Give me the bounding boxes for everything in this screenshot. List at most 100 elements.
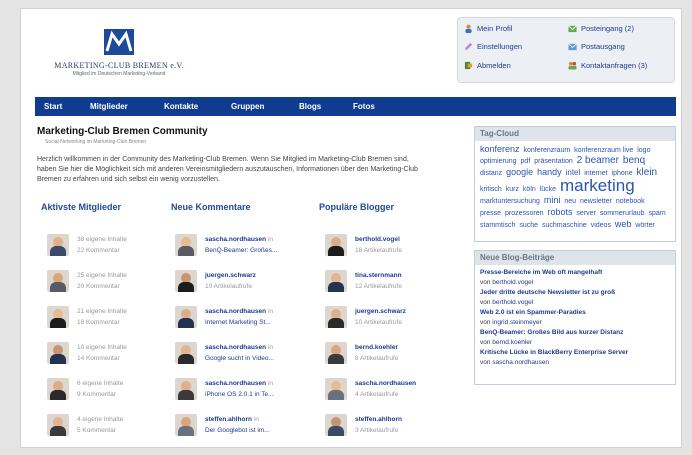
- comment-user-link[interactable]: sascha.nordhausen: [205, 344, 266, 351]
- nav-start[interactable]: Start: [44, 97, 62, 116]
- blog-author-link[interactable]: sascha.nordhausen: [492, 359, 549, 366]
- tag-link[interactable]: pdf: [521, 158, 531, 165]
- tag-link[interactable]: neu: [564, 198, 576, 205]
- member-content-count: 25 eigene Inhalte: [77, 272, 127, 279]
- tag-link[interactable]: präsentation: [534, 158, 573, 165]
- comment-user-link[interactable]: sascha.nordhausen: [205, 380, 266, 387]
- avatar[interactable]: [175, 342, 197, 364]
- nav-kontakte[interactable]: Kontakte: [164, 97, 198, 116]
- avatar[interactable]: [325, 378, 347, 400]
- blogger-user-link[interactable]: sascha.nordhausen: [355, 380, 416, 387]
- blogger-user-link[interactable]: bernd.koehler: [355, 344, 398, 351]
- tag-link[interactable]: videos: [591, 222, 611, 229]
- blogger-user-link[interactable]: steffen.ahlhorn: [355, 416, 402, 423]
- member-stats: 25 eigene Inhalte 20 Kommentar: [77, 270, 127, 292]
- avatar[interactable]: [175, 270, 197, 292]
- blog-post-title[interactable]: Web 2.0 ist ein Spammer-Paradies: [480, 308, 670, 318]
- inbox-link[interactable]: Posteingang (2): [568, 24, 634, 33]
- blog-post-title[interactable]: Jeder dritte deutsche Newsletter ist zu …: [480, 288, 670, 298]
- blog-by-label: von: [480, 339, 491, 346]
- avatar[interactable]: [175, 378, 197, 400]
- comment-user-link[interactable]: juergen.schwarz: [205, 272, 256, 279]
- club-logo[interactable]: MARKETING-CLUB BREMEN e.V. Mitglied im D…: [39, 29, 199, 77]
- blog-author-link[interactable]: ingrid.steinmeyer: [492, 319, 542, 326]
- avatar[interactable]: [175, 414, 197, 436]
- comment-user-link[interactable]: sascha.nordhausen: [205, 308, 266, 315]
- tag-link[interactable]: lücke: [540, 186, 556, 193]
- tag-link[interactable]: logo: [637, 147, 650, 154]
- tag-link[interactable]: kritisch: [480, 186, 502, 193]
- settings-link[interactable]: Einstellungen: [464, 42, 522, 51]
- comment-user-link[interactable]: steffen.ahlhorn: [205, 416, 252, 423]
- comment-text: sascha.nordhausen in BenQ-Beamer: Großes.…: [205, 234, 277, 256]
- avatar[interactable]: [325, 234, 347, 256]
- comment-target-link[interactable]: iPhone OS 2.0.1 in Te...: [205, 391, 274, 398]
- nav-fotos[interactable]: Fotos: [353, 97, 375, 116]
- comment-target-link[interactable]: Internet Marketing St...: [205, 319, 271, 326]
- avatar[interactable]: [175, 306, 197, 328]
- tag-link[interactable]: kurz: [506, 186, 519, 193]
- tag-link[interactable]: presse: [480, 210, 501, 217]
- blogger-user-link[interactable]: tina.sternmann: [355, 272, 402, 279]
- tag-link[interactable]: mini: [544, 195, 561, 205]
- tag-link[interactable]: klein: [637, 167, 658, 178]
- comment-target-link[interactable]: Der Googlebot ist im...: [205, 427, 270, 434]
- tag-link[interactable]: sommerurlaub: [600, 210, 645, 217]
- tag-link[interactable]: benq: [623, 155, 645, 166]
- tag-link[interactable]: marktuntersuchung: [480, 198, 540, 205]
- avatar[interactable]: [47, 414, 69, 436]
- blogger-user-link[interactable]: juergen.schwarz: [355, 308, 406, 315]
- avatar-body: [50, 282, 66, 292]
- comment-target-link[interactable]: BenQ-Beamer: Großes...: [205, 247, 277, 254]
- tag-link[interactable]: newsletter: [580, 198, 612, 205]
- blog-author-link[interactable]: bernd.koehler: [492, 339, 532, 346]
- tag-link[interactable]: distanz: [480, 170, 502, 177]
- blog-author-link[interactable]: berthold.vogel: [492, 299, 533, 306]
- avatar[interactable]: [325, 270, 347, 292]
- blog-post-title[interactable]: Kritische Lücke in BlackBerry Enterprise…: [480, 348, 670, 358]
- nav-mitglieder[interactable]: Mitglieder: [90, 97, 128, 116]
- comment-target-link[interactable]: Google sucht in Video...: [205, 355, 274, 362]
- tag-link[interactable]: köln: [523, 186, 536, 193]
- avatar[interactable]: [175, 234, 197, 256]
- avatar[interactable]: [47, 378, 69, 400]
- avatar[interactable]: [325, 414, 347, 436]
- avatar[interactable]: [47, 306, 69, 328]
- tag-link[interactable]: web: [615, 219, 632, 229]
- tag-link[interactable]: robots: [547, 207, 572, 217]
- avatar[interactable]: [47, 342, 69, 364]
- tag-link[interactable]: 2 beamer: [577, 155, 619, 166]
- tag-link[interactable]: prozessoren: [505, 210, 544, 217]
- tag-link[interactable]: suche: [519, 222, 538, 229]
- contact-requests-link[interactable]: Kontaktanfragen (3): [568, 61, 647, 70]
- tag-link[interactable]: marketing: [560, 176, 635, 195]
- tag-link[interactable]: wörter: [635, 222, 654, 229]
- nav-gruppen[interactable]: Gruppen: [231, 97, 264, 116]
- avatar[interactable]: [325, 306, 347, 328]
- blog-post-title[interactable]: Presse-Bereiche im Web oft mangelhaft: [480, 268, 670, 278]
- blog-post-title[interactable]: BenQ-Beamer: Großes Bild aus kurzer Dist…: [480, 328, 670, 338]
- tag-link[interactable]: server: [576, 210, 595, 217]
- outbox-link[interactable]: Postausgang: [568, 42, 625, 51]
- tag-link[interactable]: google: [506, 167, 533, 177]
- tag-link[interactable]: suchmaschine: [542, 222, 587, 229]
- tag-link[interactable]: stammtisch: [480, 222, 515, 229]
- tag-link[interactable]: konferenzraum: [523, 147, 570, 154]
- tag-link[interactable]: spam: [649, 210, 666, 217]
- member-stats: 38 eigene Inhalte 22 Kommentar: [77, 234, 127, 256]
- avatar[interactable]: [47, 234, 69, 256]
- tag-link[interactable]: konferenzraum live: [574, 147, 633, 154]
- profile-link[interactable]: Mein Profil: [464, 24, 512, 33]
- blogger-user-link[interactable]: berthold.vogel: [355, 236, 400, 243]
- avatar[interactable]: [325, 342, 347, 364]
- tag-link[interactable]: notebook: [616, 198, 645, 205]
- tag-link[interactable]: optimierung: [480, 158, 517, 165]
- avatar[interactable]: [47, 270, 69, 292]
- tag-link[interactable]: konferenz: [480, 144, 520, 154]
- blog-author-link[interactable]: berthold.vogel: [492, 279, 533, 286]
- member-comment-count: 22 Kommentar: [77, 247, 120, 254]
- comment-user-link[interactable]: sascha.nordhausen: [205, 236, 266, 243]
- tag-link[interactable]: handy: [537, 167, 562, 177]
- logout-link[interactable]: Abmelden: [464, 61, 511, 70]
- nav-blogs[interactable]: Blogs: [299, 97, 321, 116]
